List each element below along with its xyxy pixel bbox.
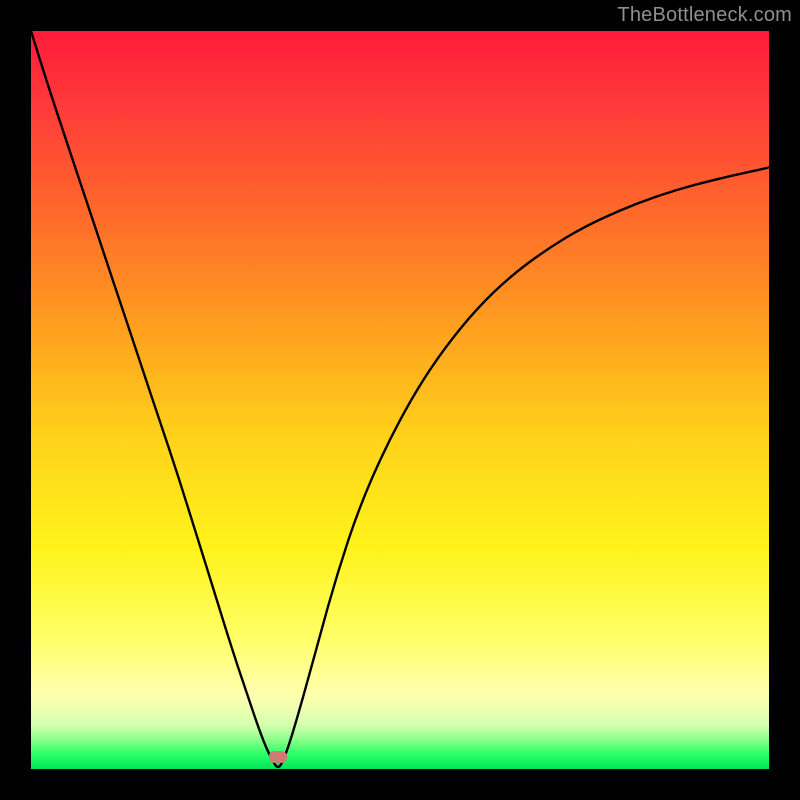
curve-layer [31, 31, 769, 769]
plot-area [31, 31, 769, 769]
minimum-marker [269, 751, 287, 763]
source-label: TheBottleneck.com [617, 4, 792, 27]
bottleneck-curve [31, 31, 769, 767]
chart-frame: TheBottleneck.com [0, 0, 800, 800]
